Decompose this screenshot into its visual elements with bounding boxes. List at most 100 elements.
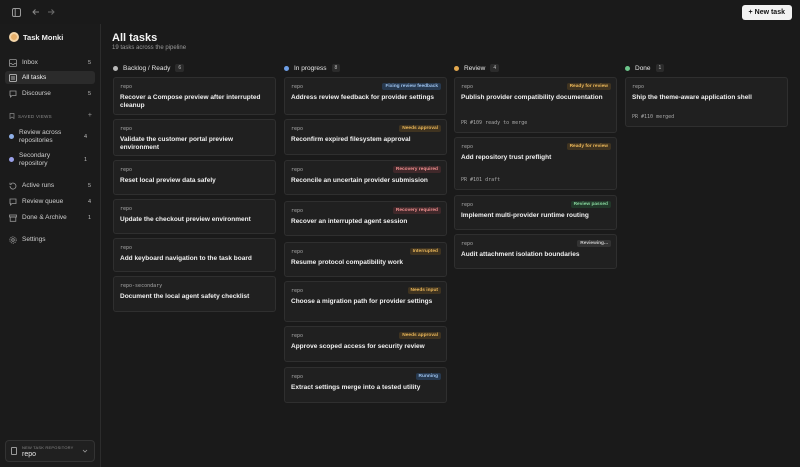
- monkey-logo-icon: [9, 32, 19, 42]
- task-title: Approve scoped access for security revie…: [291, 343, 425, 350]
- inbox-icon: [9, 58, 17, 67]
- status-badge: Interrupted: [409, 248, 441, 255]
- task-repo: repo: [291, 208, 304, 214]
- status-badge: Needs approval: [399, 332, 441, 339]
- task-card[interactable]: repo Choose a migration path for provider…: [284, 281, 447, 322]
- sidebar-item-label: All tasks: [22, 74, 47, 81]
- status-badge: Running: [415, 373, 441, 380]
- status-badge: Needs approval: [399, 125, 441, 132]
- sidebar-item-discourse[interactable]: Discourse 5: [5, 87, 95, 100]
- task-repo: repo: [461, 144, 474, 150]
- task-repo: repo: [120, 126, 133, 132]
- brand-name: Task Monki: [23, 32, 64, 42]
- repo-picker-label: NEW TASK REPOSITORY: [22, 444, 74, 450]
- column-count: 8: [331, 64, 341, 72]
- saved-views-heading: SAVED VIEWS: [9, 113, 52, 120]
- chat-icon: [9, 90, 17, 98]
- pull-request-status[interactable]: PR #110 merged: [632, 114, 674, 120]
- arrow-right-icon[interactable]: [45, 6, 57, 18]
- task-card[interactable]: repo Reconfirm expired filesystem approva…: [284, 119, 447, 155]
- task-card[interactable]: repo Publish provider compatibility docum…: [454, 77, 617, 133]
- column-title: Review: [464, 64, 486, 72]
- runs-icon: [9, 182, 17, 190]
- saved-view-label: Review across repositories: [19, 129, 62, 144]
- task-card[interactable]: repo Validate the customer portal preview…: [113, 119, 276, 156]
- task-card[interactable]: repo Reconcile an uncertain provider subm…: [284, 160, 447, 195]
- count-badge: 5: [87, 182, 91, 189]
- sidebar-item-active-runs[interactable]: Active runs 5: [5, 179, 95, 192]
- task-card[interactable]: repo Reset local preview data safely: [113, 160, 276, 195]
- column-in-progress: In progress 8 repo Address review feedback …: [284, 62, 447, 403]
- task-repo: repo: [632, 84, 645, 90]
- sidebar-item-done-archive[interactable]: Done & Archive 1: [5, 211, 95, 224]
- task-title: Extract settings merge into a tested uti…: [291, 384, 421, 391]
- status-dot-icon: [284, 65, 289, 71]
- count-badge: 1: [87, 214, 91, 221]
- task-card[interactable]: repo Update the checkout preview environm…: [113, 199, 276, 234]
- status-badge: Ready for review: [566, 83, 611, 90]
- status-badge: Needs input: [407, 287, 441, 294]
- task-repo: repo: [120, 167, 133, 173]
- sidebar-item-inbox[interactable]: Inbox 5: [5, 56, 95, 69]
- status-dot-icon: [113, 65, 118, 71]
- sidebar-item-all-tasks[interactable]: All tasks: [5, 71, 95, 84]
- task-title: Implement multi-provider runtime routing: [461, 212, 589, 219]
- task-card[interactable]: repo Implement multi-provider runtime rou…: [454, 195, 617, 230]
- task-title: Choose a migration path for provider set…: [291, 298, 433, 305]
- task-card[interactable]: repo-secondary Document the local agent s…: [113, 276, 276, 312]
- status-badge: Recovery required: [392, 166, 441, 173]
- task-card[interactable]: repo Audit attachment isolation boundarie…: [454, 234, 617, 269]
- status-badge: Ready for review: [566, 143, 611, 150]
- status-badge: Review passed: [570, 201, 611, 208]
- task-title: Publish provider compatibility documenta…: [461, 94, 603, 101]
- task-title: Recover an interrupted agent session: [291, 218, 408, 225]
- arrow-left-icon[interactable]: [30, 6, 42, 18]
- sidebar-item-label: Settings: [22, 236, 46, 243]
- bookmark-icon: [9, 113, 15, 120]
- status-badge: Reviewing...: [577, 240, 611, 247]
- new-task-button[interactable]: + New task: [741, 5, 792, 20]
- list-icon: [9, 73, 17, 82]
- column-header: Backlog / Ready 6: [113, 62, 276, 74]
- column-title: Done: [635, 64, 651, 72]
- task-title: Reset local preview data safely: [120, 177, 216, 184]
- sidebar: Task Monki Inbox 5 All tasks Discourse 5…: [0, 24, 101, 467]
- task-card[interactable]: repo Add keyboard navigation to the task …: [113, 238, 276, 272]
- task-card[interactable]: repo Add repository trust preflight Ready …: [454, 137, 617, 190]
- add-view-button[interactable]: +: [88, 112, 92, 119]
- repo-picker-value: repo: [22, 450, 37, 458]
- count-badge: 4: [87, 198, 91, 205]
- task-card[interactable]: repo Recover a Compose preview after inte…: [113, 77, 276, 115]
- task-card[interactable]: repo Recover an interrupted agent session…: [284, 201, 447, 236]
- page-title: All tasks: [112, 32, 158, 44]
- chevron-down-icon: [82, 448, 88, 456]
- sidebar-item-label: Active runs: [22, 182, 55, 189]
- sidebar-item-label: Discourse: [22, 90, 51, 97]
- task-title: Audit attachment isolation boundaries: [461, 251, 580, 258]
- new-task-repository-picker[interactable]: NEW TASK REPOSITORY repo: [5, 440, 95, 462]
- status-dot-icon: [454, 65, 459, 71]
- review-icon: [9, 198, 17, 206]
- column-count: 4: [490, 64, 500, 72]
- count-badge: 4: [83, 133, 87, 140]
- task-title: Reconfirm expired filesystem approval: [291, 136, 411, 143]
- count-badge: 1: [83, 156, 87, 163]
- brand[interactable]: Task Monki: [9, 32, 63, 42]
- column-backlog-ready: Backlog / Ready 6 repo Recover a Compose pr…: [113, 62, 276, 312]
- main-content: All tasks 19 tasks across the pipeline B…: [101, 24, 800, 467]
- task-card[interactable]: repo Ship the theme-aware application she…: [625, 77, 788, 127]
- column-count: 1: [655, 64, 665, 72]
- task-card[interactable]: repo Address review feedback for provider…: [284, 77, 447, 115]
- task-card[interactable]: repo Extract settings merge into a tested…: [284, 367, 447, 403]
- pull-request-status[interactable]: PR #109 ready to merge: [461, 120, 527, 126]
- saved-view-secondary-repository[interactable]: Secondary repository 1: [5, 152, 95, 167]
- sidebar-toggle-icon[interactable]: [10, 6, 22, 18]
- column-done: Done 1 repo Ship the theme-aware applicatio…: [625, 62, 788, 127]
- task-card[interactable]: repo Resume protocol compatibility work In…: [284, 242, 447, 277]
- sidebar-item-review-queue[interactable]: Review queue 4: [5, 195, 95, 208]
- pull-request-status[interactable]: PR #101 draft: [461, 177, 500, 183]
- column-header: Done 1: [625, 62, 788, 74]
- saved-view-review-across-repositories[interactable]: Review across repositories 4: [5, 129, 95, 144]
- task-card[interactable]: repo Approve scoped access for security r…: [284, 326, 447, 362]
- sidebar-item-settings[interactable]: Settings: [5, 233, 95, 246]
